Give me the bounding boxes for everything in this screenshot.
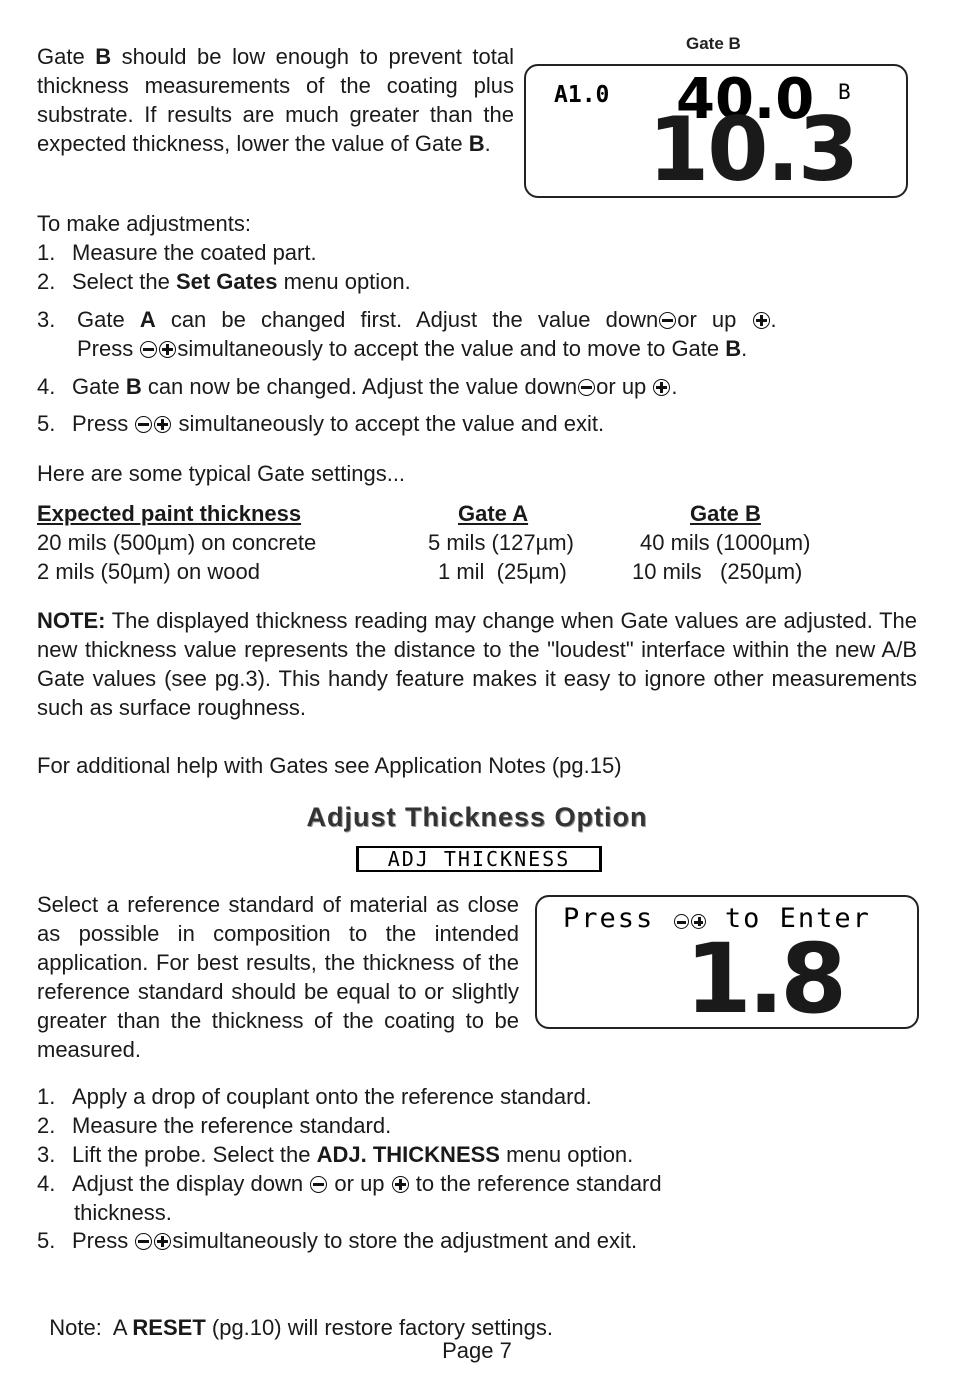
gate-b-lcd-display: A1.0 40.0 B 10.3 (524, 64, 908, 198)
table-header: Gate B (690, 501, 761, 526)
table-cell: 10 mils (250µm) (632, 559, 803, 584)
section-heading: Adjust Thickness Option (306, 802, 648, 832)
step-2: 2. Select the Set Gates menu option. (37, 269, 411, 294)
gate-b-caption: Gate B (686, 34, 741, 53)
additional-help: For additional help with Gates see Appli… (37, 753, 622, 778)
table-cell: 40 mils (1000µm) (640, 530, 811, 555)
table-cell: 5 mils (127µm) (428, 530, 574, 555)
minus-button-icon (310, 1176, 328, 1193)
gate-b-paragraph: Gate B should be low enough to prevent t… (37, 44, 514, 156)
minus-button-icon (135, 416, 153, 433)
plus-button-icon (752, 312, 770, 329)
adj-thickness-menu-label: ADJ THICKNESS (356, 846, 602, 872)
adjust-step-4: 4. Adjust the display down or up to the r… (37, 1171, 662, 1196)
step-4: 4. Gate B can now be changed. Adjust the … (37, 374, 678, 399)
step-3: 3. Gate A can be changed first. Adjust th… (37, 307, 777, 332)
gate-a-value: A1.0 (554, 82, 610, 108)
table-header: Expected paint thickness (37, 501, 302, 526)
step-1: 1. Measure the coated part. (37, 240, 317, 265)
plus-button-icon (391, 1176, 409, 1193)
minus-button-icon (659, 312, 677, 329)
step-3-continued: Press simultaneously to accept the value… (77, 336, 748, 361)
minus-button-icon (140, 341, 158, 358)
table-header: Gate A (458, 501, 529, 526)
minus-button-icon (135, 1233, 153, 1250)
plus-button-icon (653, 379, 671, 396)
table-cell: 1 mil (25µm) (438, 559, 567, 584)
step-5: 5. Press simultaneously to accept the val… (37, 411, 605, 436)
table-cell: 20 mils (500µm) on concrete (37, 530, 317, 555)
thickness-reading: 10.3 (648, 98, 859, 201)
typical-settings-intro: Here are some typical Gate settings... (37, 461, 406, 486)
adjust-step-1: 1. Apply a drop of couplant onto the refe… (37, 1084, 592, 1109)
adjust-step-2: 2. Measure the reference standard. (37, 1113, 392, 1138)
plus-button-icon (154, 1233, 172, 1250)
adjust-step-4-continued: thickness. (74, 1200, 172, 1225)
adjustments-intro: To make adjustments: (37, 211, 251, 236)
adjust-thickness-paragraph: Select a reference standard of material … (37, 892, 519, 1062)
table-cell: 2 mils (50µm) on wood (37, 559, 260, 584)
reset-note: Note: A RESET (pg.10) will restore facto… (49, 1315, 554, 1340)
plus-button-icon (159, 341, 177, 358)
adjust-step-3: 3. Lift the probe. Select the ADJ. THICKN… (37, 1142, 634, 1167)
page-number: Page 7 (442, 1338, 512, 1363)
plus-button-icon (154, 416, 172, 433)
note-paragraph: NOTE: The displayed thickness reading ma… (37, 608, 917, 720)
minus-button-icon (578, 379, 596, 396)
thickness-reading: 1.8 (685, 923, 847, 1035)
adjust-lcd-display: Press to Enter 1.8 (535, 895, 919, 1029)
adjust-step-5: 5. Press simultaneously to store the adju… (37, 1228, 638, 1253)
